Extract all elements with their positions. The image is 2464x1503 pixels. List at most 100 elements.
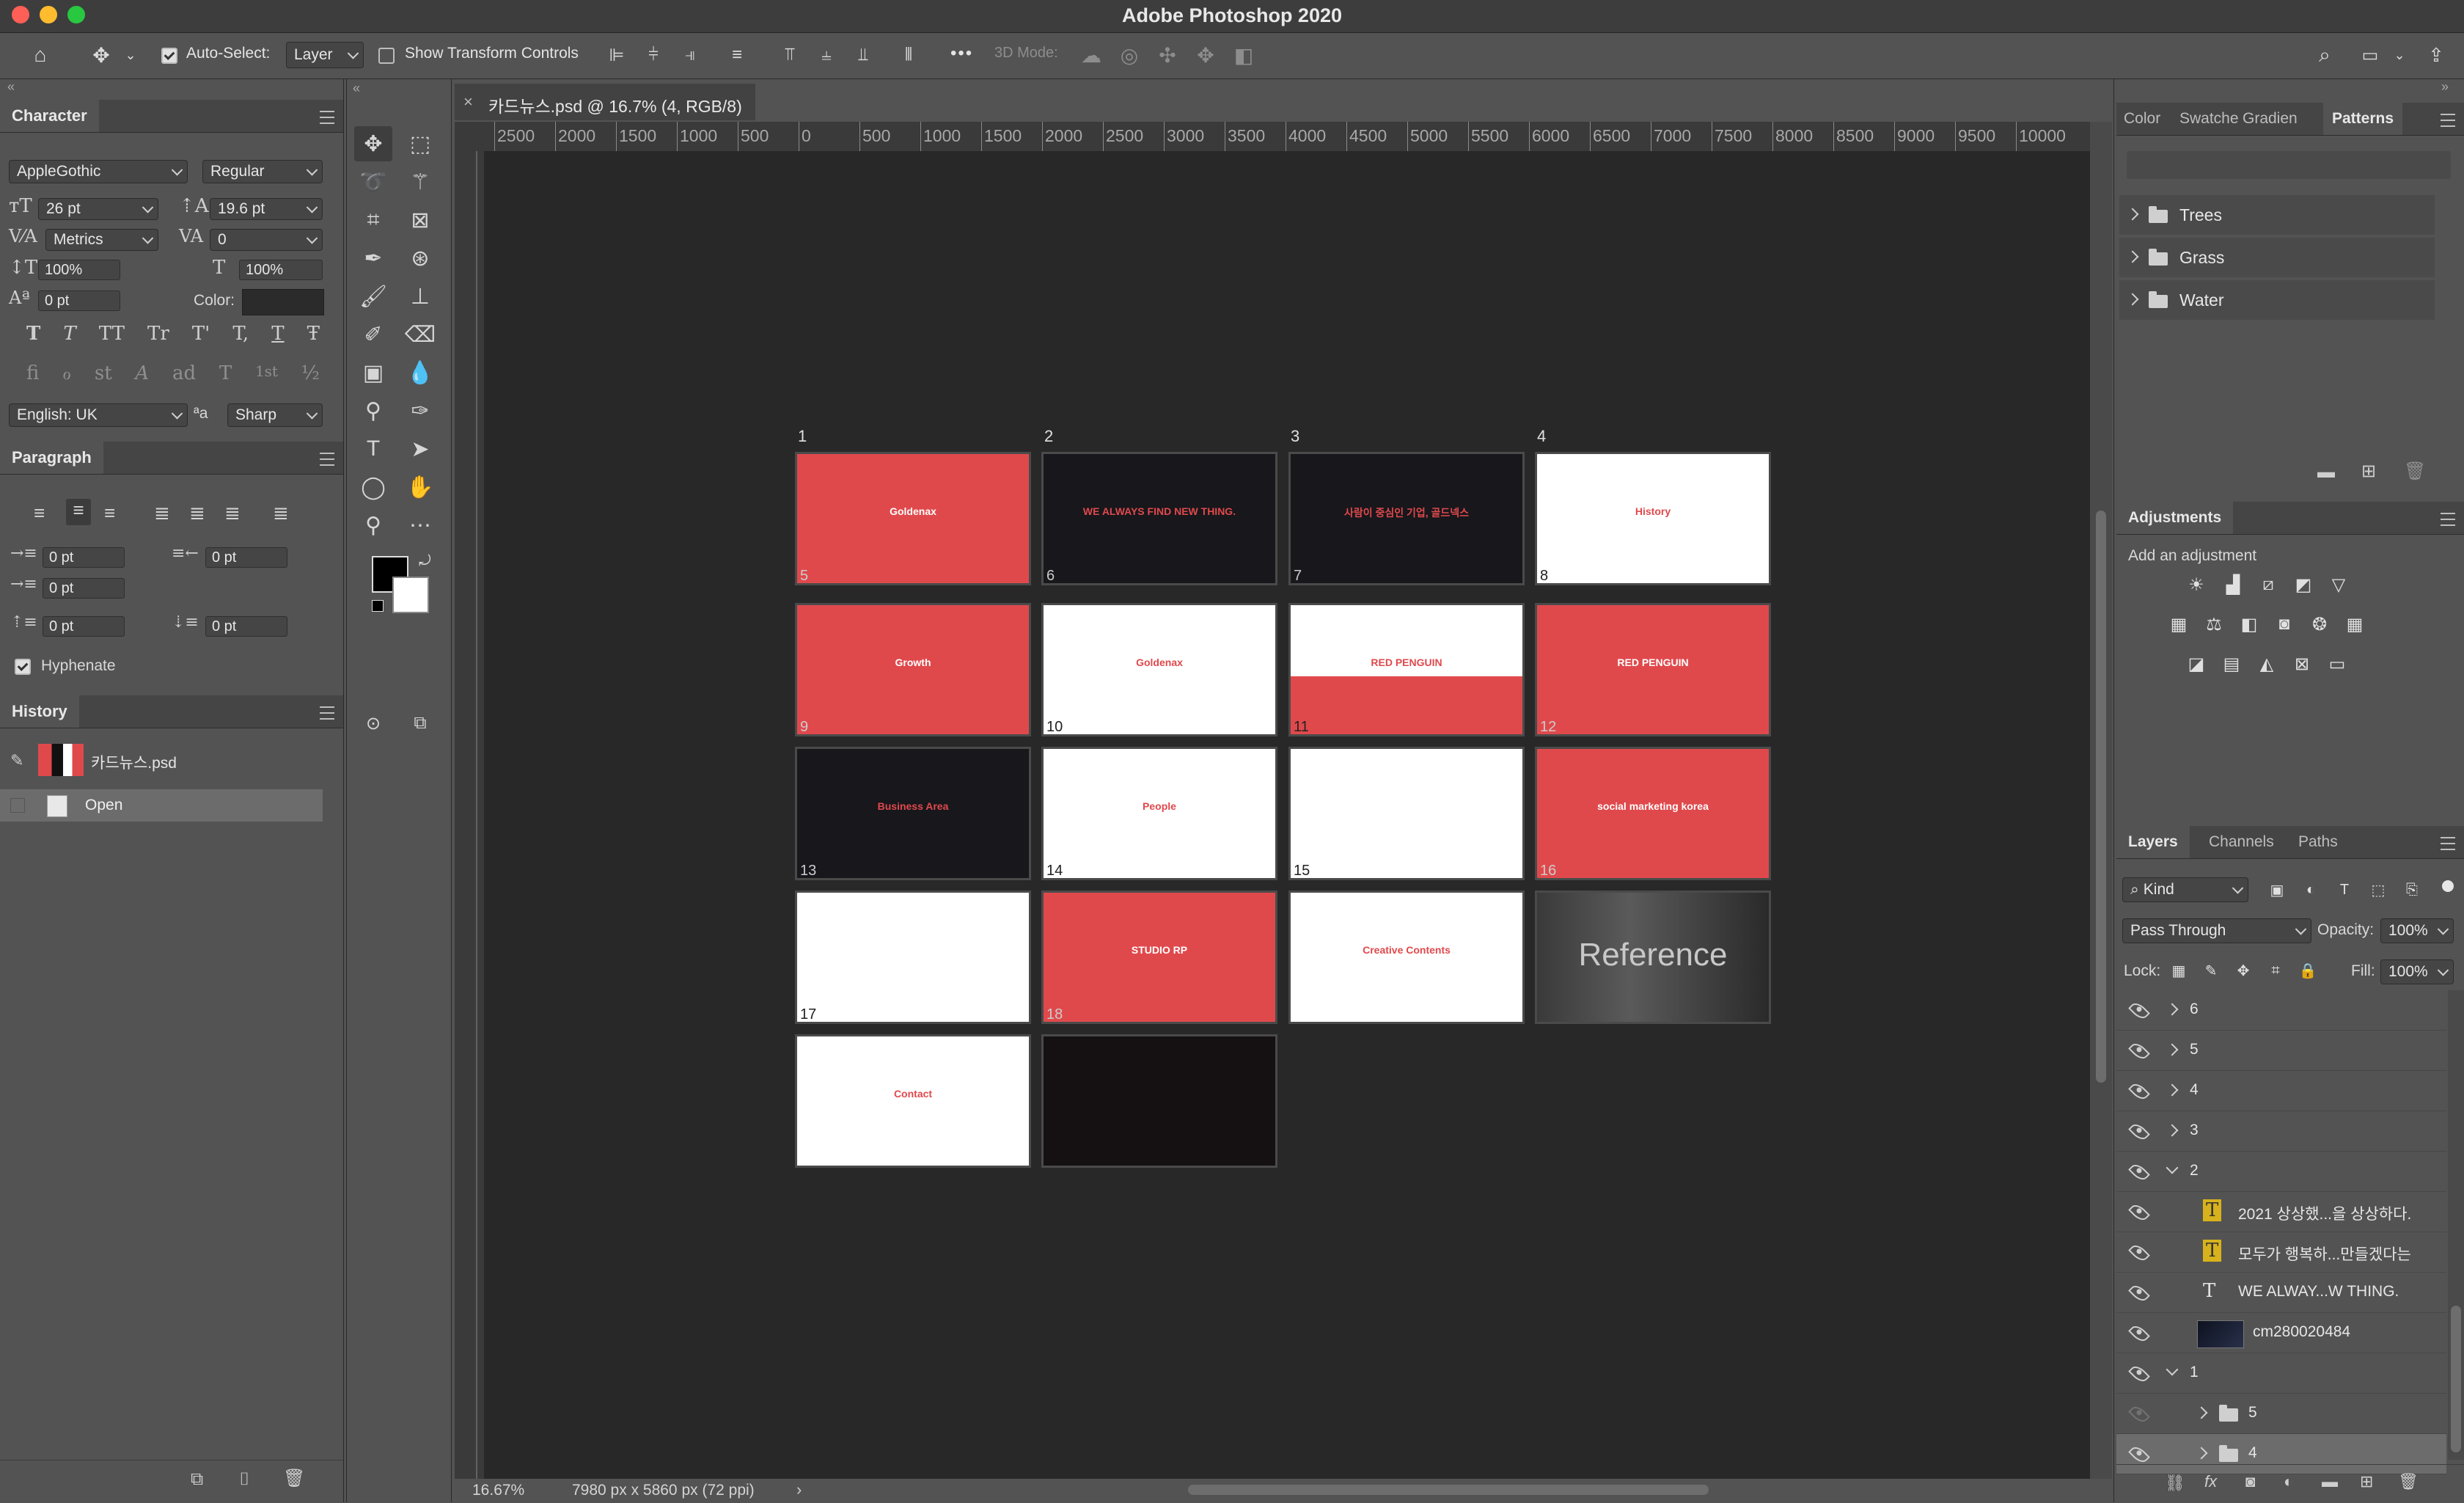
fill-field[interactable]: 100% xyxy=(2380,959,2454,984)
hue-saturation-icon[interactable]: ▦ xyxy=(2168,613,2190,635)
delete-pattern-icon[interactable]: 🗑 xyxy=(2404,461,2426,482)
tools-expand-icon[interactable]: « xyxy=(353,81,360,96)
delete-layer-icon[interactable]: 🗑 xyxy=(2398,1472,2419,1491)
visibility-eye-icon[interactable] xyxy=(2128,1121,2150,1143)
snapshot-camera-icon[interactable]: ⌷ xyxy=(239,1469,249,1490)
font-family-dropdown[interactable]: AppleGothic xyxy=(9,160,188,183)
artboard-thumbnail[interactable]: Growth 9 xyxy=(795,603,1031,736)
tab-layers[interactable]: Layers xyxy=(2116,826,2190,858)
more-options-icon[interactable]: ••• xyxy=(950,43,973,64)
visibility-eye-icon[interactable] xyxy=(2128,1161,2150,1183)
align-left-icon[interactable]: ⊫ xyxy=(604,42,629,68)
vertical-scale-field[interactable]: 100% xyxy=(38,260,120,280)
tab-character[interactable]: Character xyxy=(0,100,99,132)
share-icon[interactable]: ⇪ xyxy=(2421,42,2451,68)
lasso-tool-icon[interactable]: ➰ xyxy=(354,164,392,200)
layer-row[interactable]: 5 xyxy=(2116,1394,2446,1434)
ellipse-tool-icon[interactable]: ◯ xyxy=(354,469,392,505)
auto-select-checkbox[interactable] xyxy=(161,48,177,64)
artboard-label[interactable]: 4 xyxy=(1537,427,1546,446)
history-snapshot[interactable]: ✎ 카드뉴스.psd xyxy=(0,739,323,780)
antialias-dropdown[interactable]: Sharp xyxy=(227,403,323,427)
visibility-eye-icon[interactable] xyxy=(2128,1282,2150,1304)
align-center-text-icon[interactable]: ≡ xyxy=(66,499,91,525)
invert-icon[interactable]: ◪ xyxy=(2185,653,2207,675)
new-group-icon[interactable]: ▬ xyxy=(2322,1472,2338,1491)
artboard-thumbnail[interactable]: People 14 xyxy=(1041,747,1277,880)
justify-last-center-icon[interactable]: ≣ xyxy=(189,502,205,524)
workspace-chevron-icon[interactable]: ⌄ xyxy=(2392,42,2407,68)
ruler-origin[interactable] xyxy=(455,122,484,151)
faux-bold-button[interactable]: T xyxy=(26,323,40,352)
zoom-level[interactable]: 16.67% xyxy=(472,1482,524,1499)
stamp-tool-icon[interactable]: ⊥ xyxy=(401,279,439,314)
justify-all-icon[interactable]: ≣ xyxy=(273,502,289,524)
panel-menu-icon[interactable] xyxy=(2441,114,2455,127)
lock-pixels-icon[interactable]: ✎ xyxy=(2200,959,2222,981)
vibrance-icon[interactable]: ▽ xyxy=(2328,574,2350,596)
pen-tool-icon[interactable]: ✑ xyxy=(401,393,439,428)
justify-last-right-icon[interactable]: ≣ xyxy=(224,502,241,524)
align-right-icon[interactable]: ⫣ xyxy=(678,42,703,68)
layer-row[interactable]: 5 xyxy=(2116,1031,2446,1071)
visibility-eye-icon[interactable] xyxy=(2128,1080,2150,1102)
scroll-thumb[interactable] xyxy=(2096,511,2106,1083)
panel-menu-icon[interactable] xyxy=(320,453,334,466)
history-source-checkbox[interactable] xyxy=(10,798,25,813)
chevron-right-icon[interactable] xyxy=(2195,1447,2208,1460)
opacity-field[interactable]: 100% xyxy=(2380,918,2454,943)
align-left-text-icon[interactable]: ≡ xyxy=(34,502,45,524)
search-icon[interactable]: ⌕ xyxy=(2310,42,2339,68)
tab-channels[interactable]: Channels xyxy=(2197,826,2286,858)
lock-all-icon[interactable]: 🔒 xyxy=(2297,959,2319,981)
history-brush-tool-icon[interactable]: ✐ xyxy=(354,317,392,352)
chevron-right-icon[interactable] xyxy=(2166,1043,2179,1056)
panel-menu-icon[interactable] xyxy=(2441,837,2455,850)
tab-patterns[interactable]: Patterns xyxy=(2323,103,2403,135)
font-style-dropdown[interactable]: Regular xyxy=(202,160,323,183)
photo-filter-icon[interactable]: ◙ xyxy=(2273,613,2295,635)
posterize-icon[interactable]: ▤ xyxy=(2221,653,2243,675)
exposure-icon[interactable]: ◩ xyxy=(2292,574,2314,596)
filter-adjustment-icon[interactable]: ◐ xyxy=(2300,879,2322,901)
artboard-thumbnail[interactable]: Business Area 13 xyxy=(795,747,1031,880)
type-tool-icon[interactable]: T xyxy=(354,431,392,467)
artboard-thumbnail[interactable]: Goldenax 5 xyxy=(795,452,1031,585)
chevron-right-icon[interactable] xyxy=(2126,293,2139,306)
swap-colors-icon[interactable]: ⤾ xyxy=(419,553,431,570)
background-color-swatch[interactable] xyxy=(392,577,429,613)
patterns-search-bar[interactable] xyxy=(2127,151,2451,179)
indent-right-field[interactable]: 0 pt xyxy=(205,547,287,568)
distribute-vertical-icon[interactable]: ⦀ xyxy=(896,42,921,68)
tool-preset-chevron-icon[interactable]: ⌄ xyxy=(122,42,139,68)
space-after-field[interactable]: 0 pt xyxy=(205,616,287,637)
link-layers-icon[interactable]: ⛓ xyxy=(2165,1474,2185,1493)
align-vcenter-icon[interactable]: ⫨ xyxy=(814,42,839,68)
small-caps-button[interactable]: Tr xyxy=(147,323,169,352)
default-colors-icon[interactable] xyxy=(372,600,384,612)
horizontal-scroll-thumb[interactable] xyxy=(1188,1485,1709,1495)
panel-menu-icon[interactable] xyxy=(320,111,334,124)
layer-row[interactable]: 6 xyxy=(2116,990,2446,1031)
selective-color-icon[interactable]: ⊠ xyxy=(2291,653,2313,675)
eraser-tool-icon[interactable]: ⌫ xyxy=(401,317,439,352)
lock-artboard-icon[interactable]: ⌗ xyxy=(2265,959,2287,981)
tab-color[interactable]: Color xyxy=(2116,103,2168,135)
zoom-tool-icon[interactable]: ⚲ xyxy=(354,508,392,543)
chevron-right-icon[interactable] xyxy=(2126,250,2139,263)
lock-transparent-icon[interactable]: ▦ xyxy=(2168,959,2190,981)
chevron-right-icon[interactable] xyxy=(2195,1406,2208,1419)
artboard-thumbnail[interactable]: Goldenax 10 xyxy=(1041,603,1277,736)
levels-icon[interactable]: ▟ xyxy=(2222,574,2244,596)
collapse-right-dock-icon[interactable]: » xyxy=(2441,79,2449,95)
3d-slide-icon[interactable]: ✥ xyxy=(1192,42,1219,68)
align-right-text-icon[interactable]: ≡ xyxy=(104,502,115,524)
all-caps-button[interactable]: TT xyxy=(99,323,125,352)
titling-alternates-button[interactable]: T xyxy=(219,362,232,392)
layer-row[interactable]: cm280020484 xyxy=(2116,1313,2446,1353)
artboard-thumbnail[interactable]: Creative Contents xyxy=(1288,891,1525,1024)
layer-row[interactable]: T WE ALWAY...W THING. xyxy=(2116,1273,2446,1313)
visibility-eye-icon[interactable] xyxy=(2128,1403,2150,1425)
eyedropper-tool-icon[interactable]: ✒ xyxy=(354,241,392,276)
artboard-thumbnail[interactable]: STUDIO RP 18 xyxy=(1041,891,1277,1024)
